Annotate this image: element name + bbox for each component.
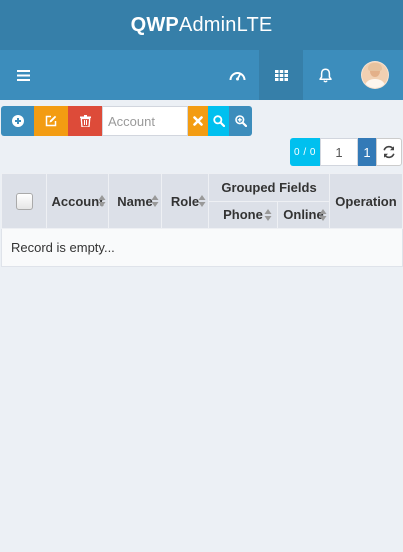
trash-icon — [79, 115, 91, 127]
sort-icon — [264, 208, 272, 221]
apps-grid-icon — [274, 69, 288, 81]
sort-icon — [98, 195, 106, 207]
page-number-input[interactable]: 1 — [320, 138, 358, 166]
clear-search-button[interactable] — [188, 106, 208, 136]
refresh-button[interactable] — [376, 138, 402, 166]
sort-icon — [151, 195, 159, 207]
select-all-checkbox[interactable] — [15, 192, 33, 210]
zoom-in-icon — [234, 115, 247, 127]
refresh-icon — [383, 145, 395, 159]
hamburger-icon — [16, 69, 30, 81]
column-label: Name — [117, 193, 153, 209]
column-label: Online — [283, 207, 324, 223]
advanced-search-button[interactable] — [229, 106, 252, 136]
plus-circle-icon — [11, 115, 24, 127]
account-search-input[interactable] — [102, 106, 188, 136]
sort-icon — [198, 195, 206, 207]
brand-logo[interactable]: QWP AdminLTE — [0, 0, 403, 50]
notifications-button[interactable] — [303, 50, 347, 100]
dashboard-nav-button[interactable] — [215, 50, 259, 100]
sidebar-toggle-button[interactable] — [8, 50, 38, 100]
column-label: Role — [170, 193, 200, 209]
select-all-header — [1, 173, 47, 229]
brand-light: AdminLTE — [178, 13, 273, 36]
column-group-header: Grouped Fields — [208, 173, 330, 202]
edit-icon — [45, 115, 57, 127]
close-icon — [193, 116, 203, 126]
empty-row: Record is empty... — [1, 228, 403, 267]
top-navbar — [0, 50, 403, 100]
column-header-account[interactable]: Account — [46, 173, 109, 229]
column-header-phone[interactable]: Phone — [208, 200, 278, 229]
bell-icon — [318, 67, 332, 82]
edit-button[interactable] — [34, 106, 68, 136]
user-avatar — [361, 61, 389, 89]
add-button[interactable] — [1, 106, 34, 136]
pagination: 0 / 0 1 1 — [290, 138, 402, 166]
column-label: Account — [51, 193, 104, 209]
column-header-operation: Operation — [329, 173, 403, 229]
column-header-online[interactable]: Online — [277, 200, 330, 229]
current-page-button[interactable]: 1 — [358, 138, 376, 166]
delete-button[interactable] — [68, 106, 102, 136]
column-header-role[interactable]: Role — [161, 173, 209, 229]
data-grid: Account Name Role Grouped Fields Operati… — [1, 173, 403, 267]
column-label: Phone — [223, 207, 263, 223]
search-icon — [212, 115, 225, 127]
search-button[interactable] — [208, 106, 229, 136]
grid-toolbar — [1, 106, 252, 136]
dashboard-gauge-icon — [229, 72, 245, 81]
column-header-name[interactable]: Name — [108, 173, 162, 229]
brand-bold: QWP — [130, 13, 179, 36]
empty-message: Record is empty... — [1, 228, 403, 267]
user-menu-button[interactable] — [347, 50, 403, 100]
apps-grid-nav-button[interactable] — [259, 50, 303, 100]
sort-icon — [319, 208, 327, 221]
record-count-badge: 0 / 0 — [290, 138, 320, 166]
